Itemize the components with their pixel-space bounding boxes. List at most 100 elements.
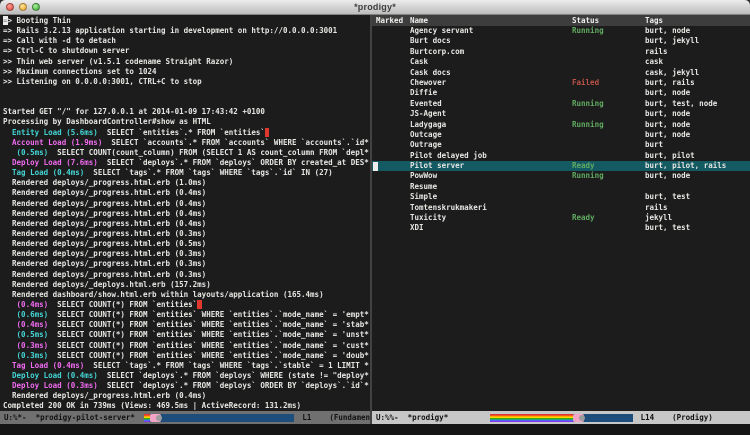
process-row[interactable]: Burtcorp.comrails (372, 47, 750, 57)
log-line: (0.3ms) SELECT COUNT(*) FROM `entities` … (3, 341, 370, 351)
process-name: Ladygaga (410, 120, 572, 130)
process-row[interactable]: XDIburt, test (372, 223, 750, 233)
process-status: Ready (572, 161, 645, 171)
process-name: Cask docs (410, 68, 572, 78)
log-line: Processing by DashboardController#show a… (3, 117, 370, 127)
process-name: XDI (410, 223, 572, 233)
nyan-cat-icon (150, 414, 161, 422)
log-line: >> Maximum connections set to 1024 (3, 67, 370, 77)
log-line: Rendered deploys/_progress.html.erb (0.3… (3, 270, 370, 280)
log-line: Rendered deploys/_progress.html.erb (1.0… (3, 178, 370, 188)
log-line: (0.3ms) SELECT COUNT(*) FROM `entities` … (3, 351, 370, 361)
process-row[interactable]: Cask docs cask, jekyll (372, 68, 750, 78)
process-name: Evented (410, 99, 572, 109)
right-modeline[interactable]: U:%%- *prodigy* L14 (Prodigy) (372, 411, 750, 424)
log-text: Rendered deploys/_progress.html.erb (0.3… (3, 270, 206, 279)
log-text: => Ctrl-C to shutdown server (3, 46, 129, 55)
log-line: Rendered deploys/_progress.html.erb (0.3… (3, 229, 370, 239)
process-row[interactable]: PowWowRunningburt, node (372, 171, 750, 181)
log-text: Account Load (1.9ms) (3, 138, 102, 147)
left-modeline[interactable]: U:%*- *prodigy-pilot-server* L1 (Fundame… (0, 411, 370, 424)
log-text: Rendered deploys/_progress.html.erb (0.3… (3, 259, 206, 268)
zoom-button[interactable] (32, 3, 40, 11)
log-text: SELECT COUNT(*) FROM `entities` WHERE `e… (48, 330, 369, 339)
process-row[interactable]: Burt docsburt, jekyll (372, 36, 750, 46)
process-tags: burt, test, node (645, 99, 750, 109)
process-row[interactable]: Diffieburt, node (372, 88, 750, 98)
column-header-status: Status (572, 16, 645, 25)
process-name: Outcage (410, 130, 572, 140)
log-text: Entity Load (5.6ms) (3, 128, 98, 137)
process-row[interactable]: Outcageburt, node (372, 130, 750, 140)
log-text: Started GET "/" for 127.0.0.1 at 2014-01… (3, 107, 265, 116)
process-row[interactable]: Resume (372, 182, 750, 192)
log-text: (0.6ms) (3, 310, 48, 319)
log-text: > Booting Thin (8, 16, 71, 25)
nyan-rainbow (490, 414, 573, 422)
process-tags: burt, node (645, 26, 750, 36)
window-title: *prodigy* (354, 2, 396, 12)
log-text: SELECT `tags`.* FROM `tags` WHERE `tags`… (84, 361, 368, 370)
log-line (3, 97, 370, 107)
process-tags: burt (645, 140, 750, 150)
prodigy-pane: Marked Name Status Tags Agency servantRu… (372, 15, 750, 424)
process-row[interactable]: Caskcask (372, 57, 750, 67)
log-line (3, 87, 370, 97)
log-line: Rendered deploys/_progress.html.erb (0.4… (3, 209, 370, 219)
log-line: (0.4ms) SELECT COUNT(*) FROM `entities` (3, 300, 370, 310)
process-tags: rails (645, 47, 750, 57)
window-controls (6, 3, 40, 11)
process-row[interactable]: Agency servantRunningburt, node (372, 26, 750, 36)
process-list[interactable]: Agency servantRunningburt, nodeBurt docs… (372, 26, 750, 411)
process-row[interactable]: LadygagaRunningburt, node (372, 120, 750, 130)
log-line: Entity Load (5.6ms) SELECT `entities`.* … (3, 128, 370, 138)
process-row[interactable]: Outrageburt (372, 140, 750, 150)
minimize-button[interactable] (19, 3, 27, 11)
process-name: PowWow (410, 171, 572, 181)
log-text: => Call with -d to detach (3, 36, 116, 45)
process-status: Ready (572, 213, 645, 223)
log-line: Deploy Load (0.4ms) SELECT `deploys`.* F… (3, 371, 370, 381)
left-pane-log[interactable]: => Booting Thin=> Rails 3.2.13 applicati… (0, 15, 370, 411)
log-text: Rendered deploys/_progress.html.erb (0.4… (3, 199, 206, 208)
log-text: (0.5ms) (3, 148, 48, 157)
process-row[interactable]: EventedRunningburt, test, node (372, 99, 750, 109)
log-line: Rendered deploys/_progress.html.erb (0.3… (3, 259, 370, 269)
close-button[interactable] (6, 3, 14, 11)
window-titlebar[interactable]: *prodigy* (0, 0, 750, 15)
process-status: Failed (572, 78, 645, 88)
log-text: Tag Load (0.4ms) (3, 168, 84, 177)
cursor-block-icon (265, 128, 270, 137)
process-row[interactable]: JS-Agentburt, node (372, 109, 750, 119)
log-text: SELECT `deploys`.* FROM `deploys` ORDER … (98, 381, 369, 390)
modeline-major-mode: (Fundamen (329, 413, 370, 422)
log-line: Tag Load (0.4ms) SELECT `tags`.* FROM `t… (3, 361, 370, 371)
log-text: SELECT COUNT(*) FROM `entities` WHERE `e… (48, 341, 369, 350)
process-tags: cask, jekyll (645, 68, 750, 78)
process-name: Simple (410, 192, 572, 202)
log-text: Deploy Load (0.3ms) (3, 381, 98, 390)
log-line: Rendered dashboard/show.html.erb within … (3, 290, 370, 300)
process-row[interactable]: Tomtenskrukmakerirails (372, 203, 750, 213)
log-line: Deploy Load (7.6ms) SELECT `deploys`.* F… (3, 158, 370, 168)
log-line: Account Load (1.9ms) SELECT `accounts`.*… (3, 138, 370, 148)
process-tags: burt, pilot (645, 151, 750, 161)
log-text: SELECT COUNT(*) FROM `entities` WHERE `e… (48, 320, 369, 329)
process-row[interactable]: ChewoverFailedburt, rails (372, 78, 750, 88)
modeline-line-number: L1 (302, 413, 311, 422)
log-text: SELECT `entities`.* FROM `entities` (98, 128, 265, 137)
process-row[interactable]: Pilot delayed job burt, pilot (372, 151, 750, 161)
modeline-line-number: L14 (641, 413, 655, 422)
process-status: Running (572, 120, 645, 130)
process-name: Tomtenskrukmakeri (410, 203, 572, 213)
modeline-flags: U:%%- (376, 413, 399, 422)
log-line: Rendered deploys/_progress.html.erb (0.4… (3, 219, 370, 229)
log-line: Started GET "/" for 127.0.0.1 at 2014-01… (3, 107, 370, 117)
log-text: (0.5ms) (3, 330, 48, 339)
log-text: Rendered deploys/_progress.html.erb (0.4… (3, 209, 206, 218)
cursor-block-icon (197, 300, 202, 309)
process-row[interactable]: TuxicityReadyjekyll (372, 213, 750, 223)
process-name: Pilot delayed job (410, 151, 572, 161)
process-row[interactable]: Pilot serverReadyburt, pilot, rails (372, 161, 750, 171)
process-row[interactable]: Simpleburt, test (372, 192, 750, 202)
